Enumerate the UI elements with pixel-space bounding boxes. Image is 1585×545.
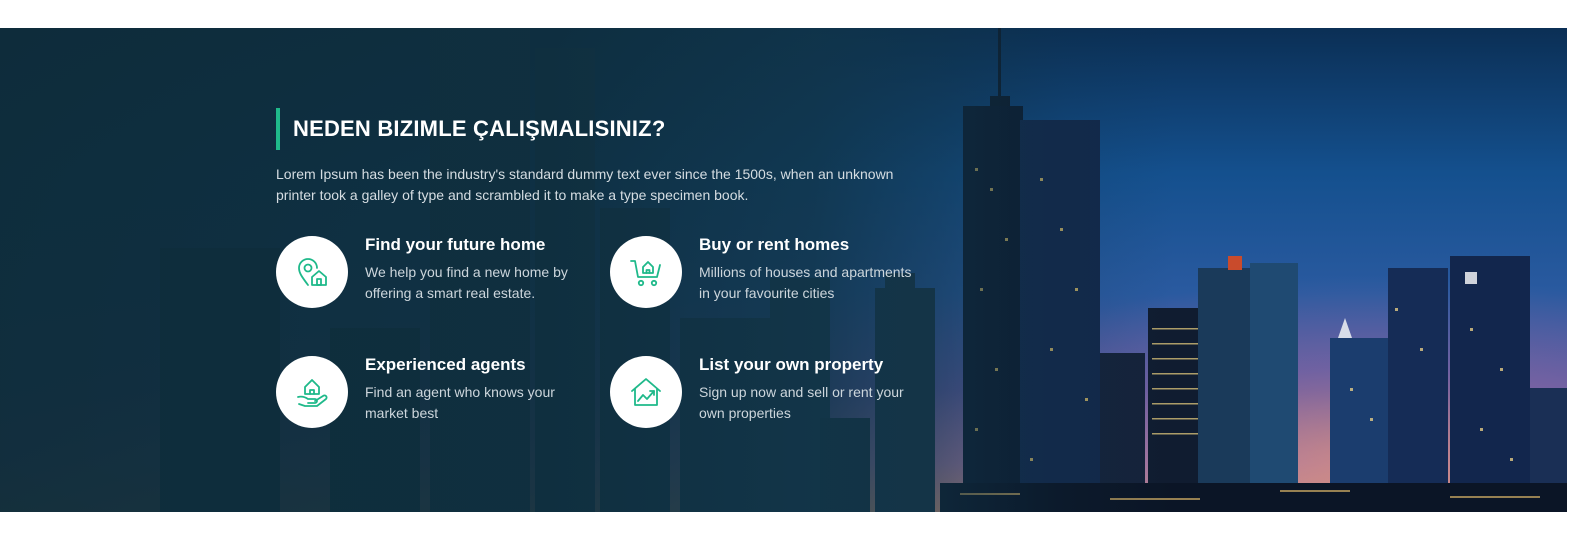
home-growth-icon (631, 378, 661, 406)
feature-agents: Experienced agents Find an agent who kno… (276, 355, 576, 446)
feature-find-home: Find your future home We help you find a… (276, 235, 576, 326)
page: NEDEN BIZIMLE ÇALIŞMALISINIZ? Lorem Ipsu… (0, 0, 1585, 545)
feature-buy-rent: Buy or rent homes Millions of houses and… (610, 235, 911, 326)
feature-list-property: List your own property Sign up now and s… (610, 355, 910, 446)
section-heading: NEDEN BIZIMLE ÇALIŞMALISINIZ? (276, 108, 936, 150)
feature-description: We help you find a new home by offering … (365, 264, 568, 301)
feature-icon-circle (276, 236, 348, 308)
heading-accent-bar (276, 108, 280, 150)
feature-icon-circle (610, 356, 682, 428)
feature-description: Millions of houses and apartments in you… (699, 264, 912, 301)
hand-home-icon (297, 379, 328, 407)
section-title: NEDEN BIZIMLE ÇALIŞMALISINIZ? (293, 116, 666, 141)
feature-title: Experienced agents (365, 355, 526, 374)
location-home-icon (298, 258, 327, 286)
feature-text: Experienced agents Find an agent who kno… (365, 354, 580, 424)
why-us-section: NEDEN BIZIMLE ÇALIŞMALISINIZ? Lorem Ipsu… (0, 28, 1567, 512)
section-intro: Lorem Ipsum has been the industry's stan… (276, 166, 894, 203)
feature-description: Find an agent who knows your market best (365, 384, 555, 421)
feature-title: Buy or rent homes (699, 235, 850, 254)
feature-icon-circle (610, 236, 682, 308)
cart-home-icon (630, 260, 661, 287)
feature-title: Find your future home (365, 235, 546, 254)
feature-description: Sign up now and sell or rent your own pr… (699, 384, 904, 421)
feature-icon-circle (276, 356, 348, 428)
feature-text: List your own property Sign up now and s… (699, 354, 914, 424)
feature-title: List your own property (699, 355, 884, 374)
feature-text: Buy or rent homes Millions of houses and… (699, 234, 914, 304)
features-grid: Find your future home We help you find a… (276, 235, 936, 436)
why-us-content: NEDEN BIZIMLE ÇALIŞMALISINIZ? Lorem Ipsu… (276, 108, 936, 436)
feature-text: Find your future home We help you find a… (365, 234, 580, 304)
